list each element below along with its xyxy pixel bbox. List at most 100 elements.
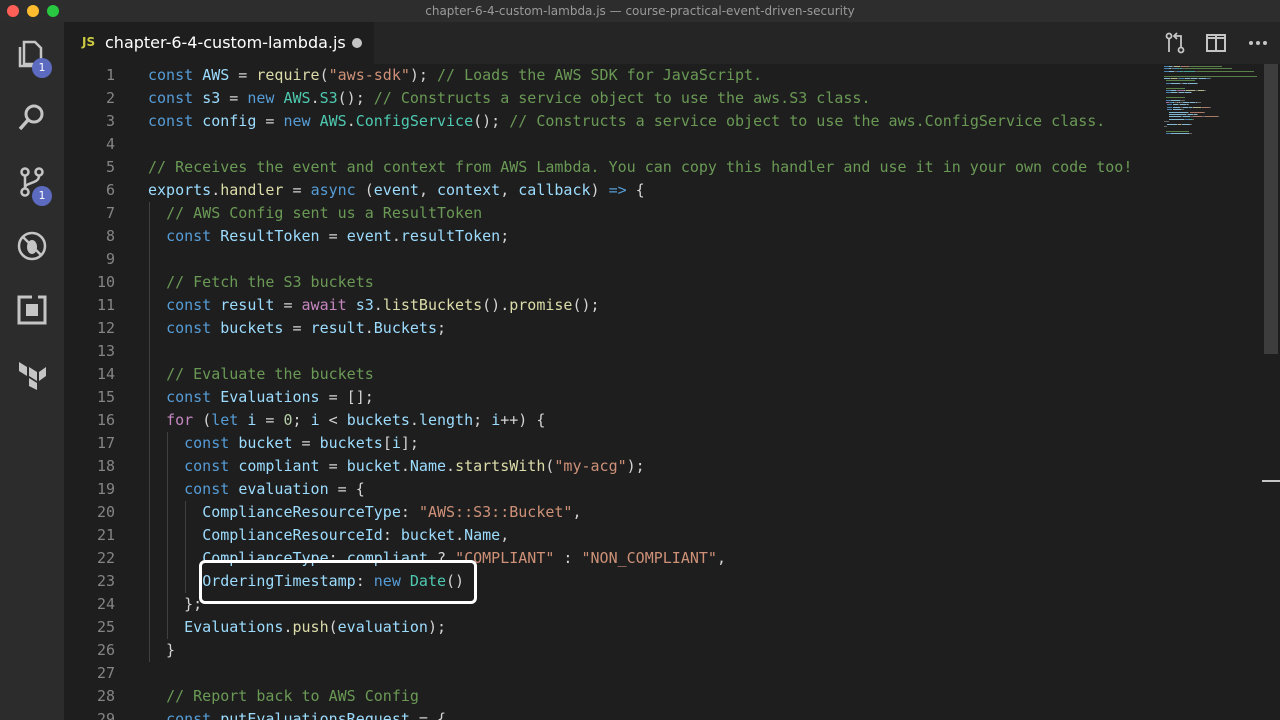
vertical-scrollbar[interactable] xyxy=(1262,64,1280,720)
code-token: = { xyxy=(328,480,365,498)
code-line[interactable]: const evaluation = { xyxy=(148,478,365,501)
minimap-segment xyxy=(1217,116,1219,118)
code-token: promise xyxy=(509,296,573,314)
code-token: listBuckets xyxy=(382,296,483,314)
code-line[interactable]: const result = await s3.listBuckets().pr… xyxy=(148,294,600,317)
minimize-window-button[interactable] xyxy=(27,5,39,17)
line-number: 16 xyxy=(96,411,115,429)
code-line[interactable]: const config = new AWS.ConfigService(); … xyxy=(148,110,1105,133)
line-number: 9 xyxy=(105,250,115,268)
code-token: = { xyxy=(409,710,447,720)
activity-terraform[interactable] xyxy=(0,346,64,402)
code-line[interactable]: const bucket = buckets[i]; xyxy=(148,432,419,455)
activity-bar: 1 1 xyxy=(0,22,64,720)
activity-source-control[interactable]: 1 xyxy=(0,154,64,210)
code-token: require xyxy=(256,66,320,84)
code-token: AWS xyxy=(202,66,230,84)
code-token: = xyxy=(256,112,284,130)
minimap[interactable] xyxy=(1164,64,1264,144)
code-token: ); xyxy=(427,618,447,636)
minimap-segment xyxy=(1191,92,1193,94)
scrollbar-thumb[interactable] xyxy=(1264,64,1278,354)
code-token: bucket xyxy=(346,457,401,475)
code-editor[interactable]: 1 2 3 4 5 6 7 8 9 10 11 12 13 14 15 16 17 18 19 20 21 22 23 24 2… xyxy=(64,64,1280,720)
code-token: . xyxy=(211,181,221,199)
code-token: bucket xyxy=(400,526,456,544)
code-token: Evaluations xyxy=(220,388,320,406)
code-token: const xyxy=(166,296,221,314)
activity-explorer[interactable]: 1 xyxy=(0,26,64,82)
code-line[interactable]: // Receives the event and context from A… xyxy=(148,156,1132,179)
code-token: compliant xyxy=(238,457,320,475)
minimap-segment xyxy=(1170,133,1189,135)
line-number: 27 xyxy=(96,664,115,682)
extensions-icon xyxy=(17,295,47,325)
minimap-segment xyxy=(1172,106,1181,108)
code-line[interactable]: // Report back to AWS Config xyxy=(148,685,419,708)
line-number: 19 xyxy=(96,480,115,498)
minimap-segment xyxy=(1185,68,1232,70)
code-line[interactable]: // AWS Config sent us a ResultToken xyxy=(148,202,482,225)
code-line[interactable]: const ResultToken = event.resultToken; xyxy=(148,225,509,248)
code-token: // Constructs a service object to use th… xyxy=(509,112,1106,130)
code-line[interactable]: const s3 = new AWS.S3(); // Constructs a… xyxy=(148,87,870,110)
code-token: buckets xyxy=(346,411,410,429)
code-token: . xyxy=(283,618,293,636)
code-token: putEvaluationsRequest xyxy=(220,710,410,720)
code-token: 0 xyxy=(283,411,293,429)
code-line[interactable]: exports.handler = async (event, context,… xyxy=(148,179,645,202)
code-line[interactable]: const compliant = bucket.Name.startsWith… xyxy=(148,455,645,478)
code-line[interactable]: // Evaluate the buckets xyxy=(148,363,374,386)
code-line[interactable]: ComplianceResourceId: bucket.Name, xyxy=(148,524,509,547)
line-number: 1 xyxy=(105,66,115,84)
code-line[interactable]: } xyxy=(148,639,175,662)
activity-extensions[interactable] xyxy=(0,282,64,338)
code-line[interactable]: ComplianceResourceType: "AWS::S3::Bucket… xyxy=(148,501,581,524)
maximize-window-button[interactable] xyxy=(47,5,59,17)
close-window-button[interactable] xyxy=(7,5,19,17)
code-area[interactable]: const AWS = require("aws-sdk"); // Loads… xyxy=(148,64,1168,720)
code-token: event xyxy=(346,227,392,245)
code-token: = xyxy=(220,89,248,107)
line-number: 25 xyxy=(96,618,115,636)
line-number: 7 xyxy=(105,204,115,222)
code-line[interactable]: }; xyxy=(148,593,202,616)
more-actions-icon[interactable] xyxy=(1247,32,1269,54)
code-token: length xyxy=(418,411,474,429)
code-token: , xyxy=(418,181,437,199)
open-changes-icon[interactable] xyxy=(1164,32,1186,54)
activity-search[interactable] xyxy=(0,90,64,146)
code-token: = xyxy=(319,457,347,475)
tab-chapter-6-4-custom-lambda[interactable]: JS chapter-6-4-custom-lambda.js xyxy=(64,22,374,64)
code-line[interactable]: const AWS = require("aws-sdk"); // Loads… xyxy=(148,64,762,87)
code-token: ; xyxy=(473,411,492,429)
activity-debug[interactable] xyxy=(0,218,64,274)
line-number-gutter: 1 2 3 4 5 6 7 8 9 10 11 12 13 14 15 16 17 18 19 20 21 22 23 24 2… xyxy=(64,64,128,720)
code-line[interactable]: for (let i = 0; i < buckets.length; i++)… xyxy=(148,409,545,432)
code-line[interactable]: // Fetch the S3 buckets xyxy=(148,271,374,294)
code-line[interactable]: const putEvaluationsRequest = { xyxy=(148,708,446,720)
minimap-segment xyxy=(1191,66,1222,67)
minimap-segment xyxy=(1209,106,1211,108)
code-line[interactable]: Evaluations.push(evaluation); xyxy=(148,616,446,639)
line-number: 8 xyxy=(105,227,115,245)
code-line[interactable]: const buckets = result.Buckets; xyxy=(148,317,446,340)
unsaved-dot-icon[interactable] xyxy=(352,38,362,48)
line-number: 29 xyxy=(96,710,115,720)
line-number: 5 xyxy=(105,158,115,176)
split-editor-icon[interactable] xyxy=(1205,32,1227,54)
code-token: const xyxy=(184,480,239,498)
code-token: ); xyxy=(409,66,437,84)
code-token: const xyxy=(166,227,221,245)
code-line[interactable]: const Evaluations = []; xyxy=(148,386,374,409)
code-token: const xyxy=(148,112,203,130)
code-token: exports xyxy=(148,181,212,199)
code-token: . xyxy=(455,526,465,544)
